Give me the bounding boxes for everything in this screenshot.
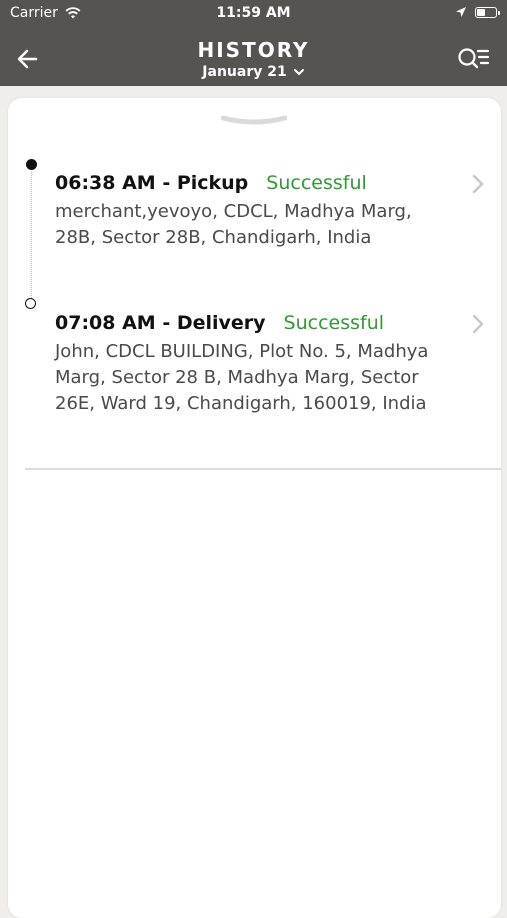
page-title: HISTORY <box>197 38 310 62</box>
battery-icon <box>475 6 500 18</box>
status-label: Successful <box>266 172 367 194</box>
timeline-line <box>31 168 32 304</box>
sheet-handle-icon[interactable] <box>221 114 287 128</box>
status-bar: Carrier 11:59 AM <box>0 0 507 28</box>
chevron-right-icon <box>472 314 484 334</box>
status-label: Successful <box>283 312 385 334</box>
date-selector[interactable]: January 21 <box>0 64 507 80</box>
status-time: 11:59 AM <box>216 5 291 21</box>
timeline-dot-start <box>26 159 37 170</box>
list-divider <box>25 468 501 470</box>
history-item-pickup[interactable]: 06:38 AM - Pickup Successful merchant,ye… <box>55 171 485 251</box>
date-label: January 21 <box>202 64 287 80</box>
history-sheet: 06:38 AM - Pickup Successful merchant,ye… <box>8 98 501 918</box>
chevron-right-icon <box>472 174 484 194</box>
timeline-dot-end <box>25 298 36 309</box>
header-bar: HISTORY January 21 <box>0 28 507 86</box>
event-address: John, CDCL BUILDING, Plot No. 5, Madhya … <box>55 341 429 414</box>
history-item-delivery[interactable]: 07:08 AM - Delivery Successful John, CDC… <box>55 311 485 417</box>
chevron-down-icon <box>293 69 304 76</box>
search-list-icon[interactable] <box>457 46 491 72</box>
status-indicators <box>455 6 500 18</box>
event-title: 06:38 AM - Pickup <box>55 172 249 194</box>
event-title: 07:08 AM - Delivery <box>55 312 266 334</box>
location-arrow-icon <box>456 7 466 17</box>
event-address: merchant,yevoyo, CDCL, Madhya Marg, 28B,… <box>55 201 412 248</box>
